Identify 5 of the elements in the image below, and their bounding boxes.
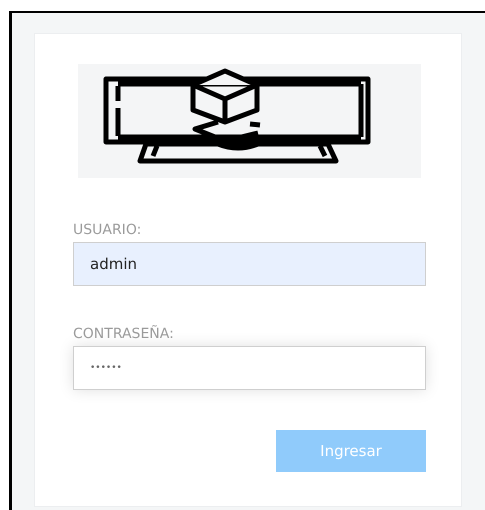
field-label: USUARIO: — [73, 222, 142, 238]
username-field[interactable]: admin — [73, 242, 426, 286]
monitor-cube-icon — [78, 64, 421, 178]
field-label: CONTRASEÑA: — [73, 326, 175, 342]
password-field[interactable]: •••••• — [73, 346, 426, 390]
